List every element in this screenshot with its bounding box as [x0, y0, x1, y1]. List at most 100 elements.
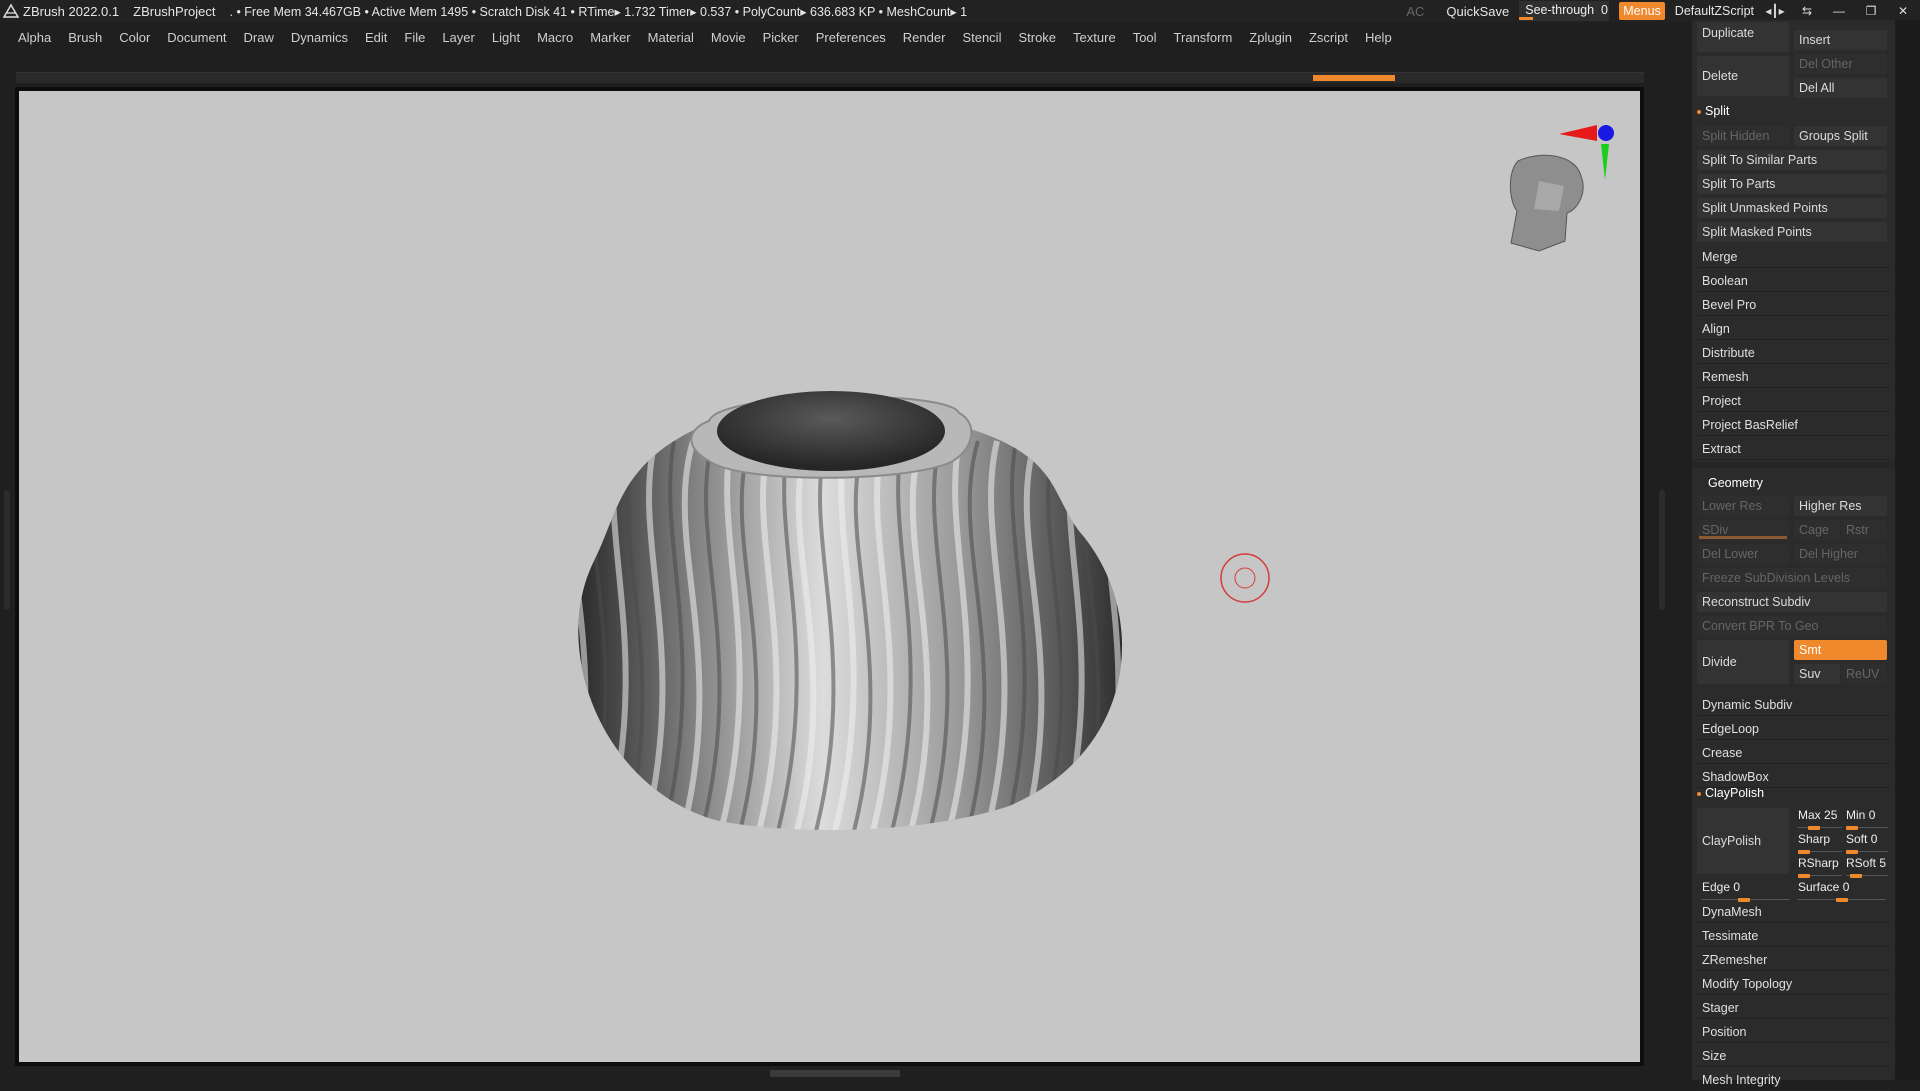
menu-item-tool[interactable]: Tool: [1133, 30, 1157, 45]
ac-button[interactable]: AC: [1406, 4, 1424, 19]
bottom-tray-handle[interactable]: [770, 1070, 900, 1077]
divide-button[interactable]: Divide: [1697, 640, 1789, 684]
menus-button[interactable]: Menus: [1619, 2, 1665, 20]
rsoft-slider[interactable]: RSoft 5: [1846, 856, 1888, 878]
default-zscript-button[interactable]: DefaultZScript: [1675, 4, 1754, 18]
insert-button[interactable]: Insert: [1794, 30, 1887, 50]
split-to-parts-button[interactable]: Split To Parts: [1697, 174, 1887, 194]
reconstruct-subdiv-button[interactable]: Reconstruct Subdiv: [1697, 592, 1887, 612]
freeze-subdivision-button[interactable]: Freeze SubDivision Levels: [1697, 568, 1887, 588]
menu-item-light[interactable]: Light: [492, 30, 520, 45]
panel-item-zremesher[interactable]: ZRemesher: [1697, 949, 1890, 971]
convert-bpr-button[interactable]: Convert BPR To Geo: [1697, 616, 1887, 636]
left-tray-handle[interactable]: [4, 490, 10, 610]
close-icon[interactable]: ✕: [1892, 4, 1914, 18]
panel-item-remesh[interactable]: Remesh: [1697, 366, 1890, 388]
panel-item-mesh-integrity[interactable]: Mesh Integrity: [1697, 1069, 1890, 1091]
menu-item-material[interactable]: Material: [648, 30, 694, 45]
menu-item-texture[interactable]: Texture: [1073, 30, 1116, 45]
claypolish-section-title[interactable]: ClayPolish: [1697, 786, 1764, 800]
panel-item-size[interactable]: Size: [1697, 1045, 1890, 1067]
orientation-head-icon[interactable]: [1509, 154, 1584, 252]
quicksave-button[interactable]: QuickSave: [1446, 4, 1509, 19]
soft-slider[interactable]: Soft 0: [1846, 832, 1888, 854]
right-tray-handle[interactable]: [1659, 490, 1665, 610]
panel-item-position[interactable]: Position: [1697, 1021, 1890, 1043]
split-masked-points-button[interactable]: Split Masked Points: [1697, 222, 1887, 242]
menu-item-edit[interactable]: Edit: [365, 30, 387, 45]
panel-item-dynamic-subdiv[interactable]: Dynamic Subdiv: [1697, 694, 1890, 716]
rsharp-slider[interactable]: RSharp: [1798, 856, 1842, 878]
split-hidden-button[interactable]: Split Hidden: [1697, 126, 1789, 146]
menu-item-brush[interactable]: Brush: [68, 30, 102, 45]
menu-item-picker[interactable]: Picker: [763, 30, 799, 45]
panel-item-distribute[interactable]: Distribute: [1697, 342, 1890, 364]
panel-item-shadowbox[interactable]: ShadowBox: [1697, 766, 1890, 788]
layout-swap-icon[interactable]: ⇆: [1796, 4, 1818, 18]
menu-item-layer[interactable]: Layer: [442, 30, 475, 45]
split-unmasked-points-button[interactable]: Split Unmasked Points: [1697, 198, 1887, 218]
menu-item-render[interactable]: Render: [903, 30, 946, 45]
menu-item-draw[interactable]: Draw: [244, 30, 274, 45]
menu-item-dynamics[interactable]: Dynamics: [291, 30, 348, 45]
menu-item-alpha[interactable]: Alpha: [18, 30, 51, 45]
del-lower-button[interactable]: Del Lower: [1697, 544, 1789, 564]
max-track: [1798, 827, 1842, 828]
menu-item-file[interactable]: File: [404, 30, 425, 45]
panel-item-bevel-pro[interactable]: Bevel Pro: [1697, 294, 1890, 316]
see-through-slider[interactable]: See-through 0: [1519, 1, 1610, 21]
panel-item-dynamesh[interactable]: DynaMesh: [1697, 901, 1890, 923]
panel-item-crease[interactable]: Crease: [1697, 742, 1890, 764]
panel-item-tessimate[interactable]: Tessimate: [1697, 925, 1890, 947]
canvas-viewport[interactable]: [19, 91, 1640, 1062]
claypolish-button[interactable]: ClayPolish: [1697, 808, 1789, 874]
menu-item-zplugin[interactable]: Zplugin: [1249, 30, 1292, 45]
menu-item-color[interactable]: Color: [119, 30, 150, 45]
panel-item-stager[interactable]: Stager: [1697, 997, 1890, 1019]
panel-item-boolean[interactable]: Boolean: [1697, 270, 1890, 292]
surface-slider[interactable]: Surface 0: [1798, 880, 1886, 902]
reuv-button[interactable]: ReUV: [1841, 664, 1887, 684]
max-slider[interactable]: Max 25: [1798, 808, 1842, 830]
panel-item-edgeloop[interactable]: EdgeLoop: [1697, 718, 1890, 740]
sdiv-slider[interactable]: SDiv: [1697, 520, 1789, 540]
menu-item-marker[interactable]: Marker: [590, 30, 630, 45]
menu-item-stencil[interactable]: Stencil: [962, 30, 1001, 45]
menu-item-movie[interactable]: Movie: [711, 30, 746, 45]
split-to-similar-parts-button[interactable]: Split To Similar Parts: [1697, 150, 1887, 170]
menu-item-macro[interactable]: Macro: [537, 30, 573, 45]
panel-item-extract[interactable]: Extract: [1697, 438, 1890, 460]
split-section-title[interactable]: Split: [1697, 104, 1729, 118]
sharp-slider[interactable]: Sharp: [1798, 832, 1842, 854]
suv-toggle[interactable]: Suv: [1794, 664, 1840, 684]
panel-item-align[interactable]: Align: [1697, 318, 1890, 340]
delete-button[interactable]: Delete: [1697, 56, 1789, 96]
minimize-icon[interactable]: ―: [1828, 4, 1850, 18]
duplicate-button[interactable]: Duplicate: [1697, 22, 1789, 52]
geometry-section-title[interactable]: Geometry: [1708, 476, 1763, 490]
del-all-button[interactable]: Del All: [1794, 78, 1887, 98]
menu-item-transform[interactable]: Transform: [1174, 30, 1233, 45]
groups-split-button[interactable]: Groups Split: [1794, 126, 1887, 146]
panel-item-project-basrelief[interactable]: Project BasRelief: [1697, 414, 1890, 436]
del-other-button[interactable]: Del Other: [1794, 54, 1887, 74]
min-slider[interactable]: Min 0: [1846, 808, 1888, 830]
smt-toggle[interactable]: Smt: [1794, 640, 1887, 660]
panel-item-merge[interactable]: Merge: [1697, 246, 1890, 268]
menu-item-stroke[interactable]: Stroke: [1018, 30, 1056, 45]
layout-arrows-icon[interactable]: ◂┃▸: [1764, 4, 1786, 18]
menu-item-help[interactable]: Help: [1365, 30, 1392, 45]
higher-res-button[interactable]: Higher Res: [1794, 496, 1887, 516]
restore-icon[interactable]: ❐: [1860, 4, 1882, 18]
menu-item-preferences[interactable]: Preferences: [816, 30, 886, 45]
edge-slider[interactable]: Edge 0: [1702, 880, 1790, 902]
menu-item-document[interactable]: Document: [167, 30, 226, 45]
panel-item-project[interactable]: Project: [1697, 390, 1890, 412]
lower-res-button[interactable]: Lower Res: [1697, 496, 1789, 516]
cage-button[interactable]: Cage: [1794, 520, 1840, 540]
rstr-button[interactable]: Rstr: [1841, 520, 1887, 540]
vase-model[interactable]: [569, 391, 1139, 831]
del-higher-button[interactable]: Del Higher: [1794, 544, 1887, 564]
menu-item-zscript[interactable]: Zscript: [1309, 30, 1348, 45]
panel-item-modify-topology[interactable]: Modify Topology: [1697, 973, 1890, 995]
